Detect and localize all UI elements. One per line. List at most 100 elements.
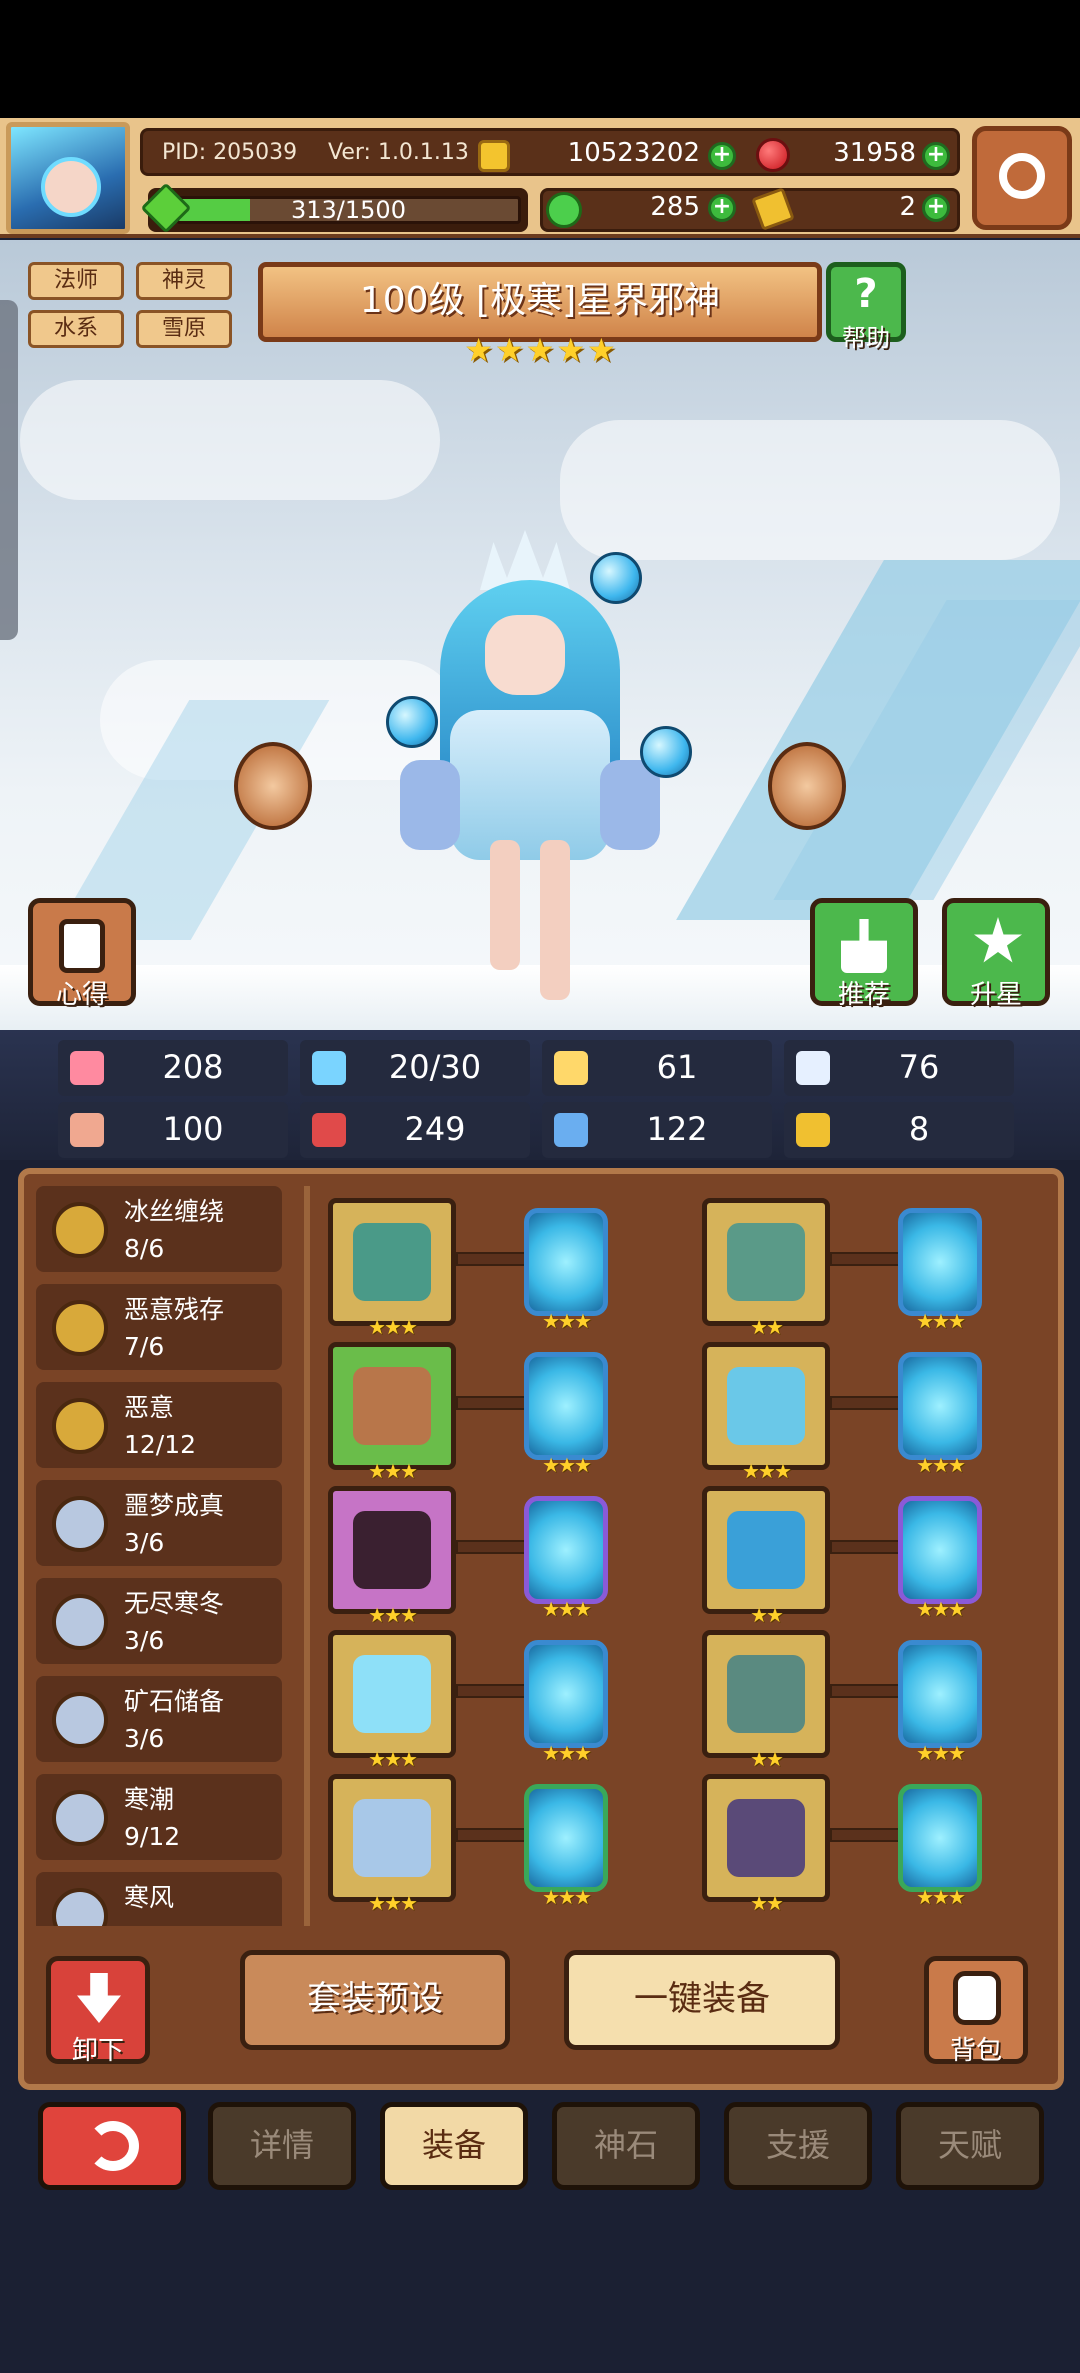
side-drawer-handle[interactable] [0,300,18,640]
equip-slot-boots[interactable]: ★★ [702,1774,830,1915]
slot-link [830,1684,902,1698]
backpack-label: 背包 [949,2036,1002,2066]
tab-2[interactable]: 神石 [552,2102,700,2190]
set-count: 8/6 [124,1234,165,1263]
stat-value: 20/30 [388,1048,482,1086]
rune-slot[interactable]: ★★★ [524,1352,608,1477]
tab-4[interactable]: 天赋 [896,2102,1044,2190]
rating-star-icon: ★ [556,331,586,369]
clover-amount: 285 [650,192,700,222]
rune-slot[interactable]: ★★★ [524,1208,608,1333]
equip-slot-bag[interactable]: ★★★ [328,1342,456,1483]
set-count: 3/6 [124,1626,165,1655]
set-bonus-item[interactable]: 噩梦成真 3/6 [36,1480,282,1566]
equipment-grid: ★★★ ★★★ ★★ ★★★ ★★★ ★★★ ★★★ ★★★ ★★★ ★★★ ★★ ★★★ ★★★ ★★★… [314,1186,1054,1926]
rune-slot[interactable]: ★★★ [898,1208,982,1333]
rune-stars: ★★★ [542,1885,592,1909]
equip-slot-cape[interactable]: ★★ [702,1486,830,1627]
help-label: 帮助 [842,324,890,352]
book-icon [312,1113,346,1147]
helmet-icon [727,1223,805,1301]
horseshoe-icon [796,1113,830,1147]
face [485,615,565,695]
equip-slot-armor[interactable]: ★★★ [702,1342,830,1483]
set-emblem-icon [52,1202,108,1258]
set-count: 12/12 [124,1430,197,1459]
settings-button[interactable] [972,126,1072,230]
belt-icon [727,1655,805,1733]
stat-value: 76 [898,1048,940,1086]
hero-avatar[interactable] [6,122,130,234]
rune-stars: ★★★ [916,1885,966,1909]
equip-stars: ★★ [750,1747,784,1771]
set-emblem-icon [52,1692,108,1748]
set-bonus-item[interactable]: 寒潮 9/12 [36,1774,282,1860]
gold-coin-icon [478,140,510,172]
equip-slot-staff[interactable]: ★★★ [328,1198,456,1339]
ticket-amount: 2 [899,192,916,222]
add-ticket-button[interactable]: + [922,194,950,222]
arrow-down-icon [77,1973,121,2023]
rune-slot[interactable]: ★★★ [898,1640,982,1765]
set-name: 无尽寒冬 [124,1589,225,1618]
add-gold-button[interactable]: + [708,142,736,170]
tag-class: 法师 [28,262,124,300]
rune-stars: ★★★ [916,1741,966,1765]
left-relic-icon[interactable] [234,742,312,830]
set-bonus-item[interactable]: 恶意残存 7/6 [36,1284,282,1370]
rating-star-icon: ★ [464,331,493,369]
add-gem-button[interactable]: + [922,142,950,170]
tag-element: 水系 [28,310,124,348]
set-bonus-item[interactable]: 恶意 12/12 [36,1382,282,1468]
slot-link [456,1828,528,1842]
equip-stars: ★★ [750,1315,784,1339]
slot-link [830,1252,902,1266]
app-root: { "header": { "pid": "PID: 205039", "ver… [0,0,1080,2373]
set-bonus-item[interactable]: 无尽寒冬 3/6 [36,1578,282,1664]
tab-3[interactable]: 支援 [724,2102,872,2190]
right-relic-icon[interactable] [768,742,846,830]
set-emblem-icon [52,1300,108,1356]
help-icon: ? [854,271,878,317]
tab-0[interactable]: 详情 [208,2102,356,2190]
panel-divider [304,1186,310,1926]
gear-icon [999,153,1045,199]
set-bonus-item[interactable]: 冰丝缠绕 8/6 [36,1186,282,1272]
rune-slot[interactable]: ★★★ [898,1784,982,1909]
notebook-icon [59,919,105,973]
set-bonus-list[interactable]: 冰丝缠绕 8/6 恶意残存 7/6 恶意 12/12 噩梦成真 3/6 无尽寒冬 3/6 矿石储备 3… [36,1186,302,1926]
tab-1[interactable]: 装备 [380,2102,528,2190]
set-emblem-icon [52,1888,108,1926]
shield-icon [554,1051,588,1085]
equip-stars: ★★★ [368,1603,418,1627]
equip-slot-crystal[interactable]: ★★★ [328,1630,456,1771]
equip-slot-necklace[interactable]: ★★★ [328,1486,456,1627]
rune-slot[interactable]: ★★★ [524,1784,608,1909]
dress [450,710,610,860]
rating-star-icon: ★ [525,331,555,369]
add-clover-button[interactable]: + [708,194,736,222]
stat-item: 249 [300,1102,530,1158]
rune-slot[interactable]: ★★★ [898,1496,982,1621]
equip-slot-ring[interactable]: ★★★ [328,1774,456,1915]
equip-slot-helmet[interactable]: ★★ [702,1198,830,1339]
set-bonus-item[interactable]: 寒风 [36,1872,282,1926]
star-up-label: 升星 [969,980,1022,1010]
rune-slot[interactable]: ★★★ [524,1496,608,1621]
rune-slot[interactable]: ★★★ [898,1352,982,1477]
crystal-icon [353,1655,431,1733]
equip-stars: ★★★ [368,1459,418,1483]
back-button[interactable] [38,2102,186,2190]
tag-terrain: 雪原 [136,310,232,348]
stat-item: 76 [784,1040,1014,1096]
star-icon [974,917,1022,963]
preset-button[interactable]: 套装预设 [240,1950,510,2050]
cloud [20,380,440,500]
bottom-area [0,2205,1080,2373]
hero-star-rating: ★ ★ ★ ★ ★ [464,331,615,369]
rune-slot[interactable]: ★★★ [524,1640,608,1765]
equip-slot-belt[interactable]: ★★ [702,1630,830,1771]
auto-equip-button[interactable]: 一键装备 [564,1950,840,2050]
return-arrow-icon [87,2121,139,2171]
set-bonus-item[interactable]: 矿石储备 3/6 [36,1676,282,1762]
